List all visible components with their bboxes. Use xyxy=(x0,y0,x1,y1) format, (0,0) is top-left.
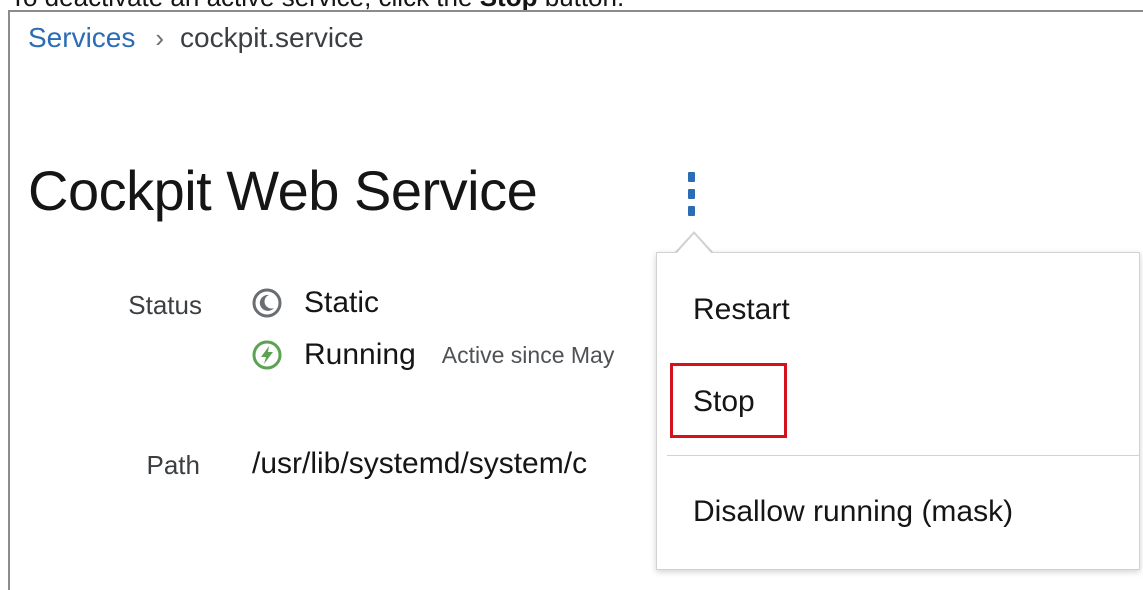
status-label: Status xyxy=(128,290,202,320)
path-label: Path xyxy=(146,450,201,480)
content-area: Services › cockpit.service Cockpit Web S… xyxy=(0,0,655,571)
breadcrumb-current: cockpit.service xyxy=(180,22,364,53)
page-title: Cockpit Web Service xyxy=(28,159,538,222)
status-static-text: Static xyxy=(304,286,380,319)
menu-item-restart[interactable]: Restart xyxy=(693,293,790,327)
status-static: Static xyxy=(252,286,379,320)
lightning-circle-icon xyxy=(252,340,282,370)
actions-dropdown-menu: Restart Stop Disallow running (mask) xyxy=(656,252,1140,570)
menu-item-stop[interactable]: Stop xyxy=(693,385,755,419)
status-running-text: Running xyxy=(304,338,416,371)
menu-pointer-inner xyxy=(676,234,712,254)
menu-item-mask[interactable]: Disallow running (mask) xyxy=(693,495,1013,529)
moon-circle-icon xyxy=(252,288,282,318)
status-running: Running Active since May xyxy=(252,338,614,372)
menu-divider xyxy=(667,455,1139,456)
path-value: /usr/lib/systemd/system/c xyxy=(252,447,588,480)
breadcrumb: Services › cockpit.service xyxy=(28,22,364,54)
kebab-menu-icon[interactable] xyxy=(680,172,702,216)
breadcrumb-separator: › xyxy=(155,22,165,53)
status-running-since: Active since May xyxy=(441,341,615,368)
breadcrumb-services-link[interactable]: Services xyxy=(28,22,135,54)
